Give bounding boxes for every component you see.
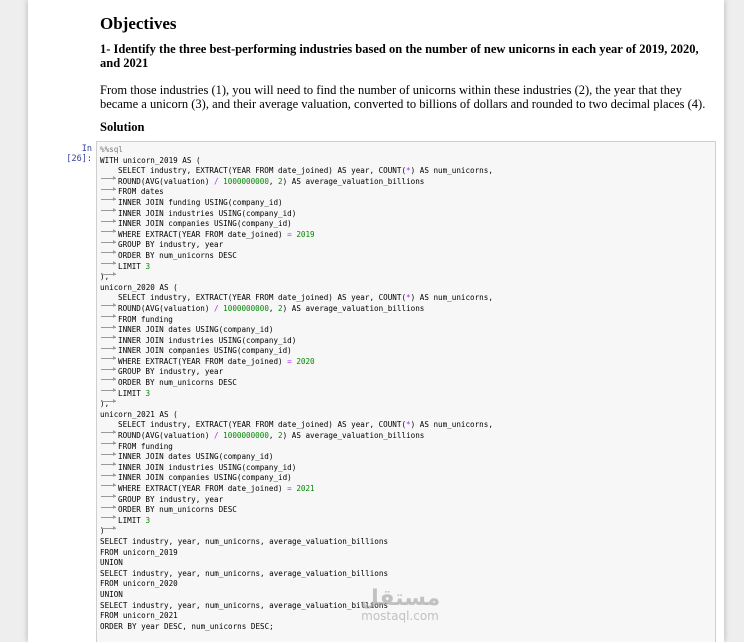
code-cell[interactable]: %%sql WITH unicorn_2019 AS (SELECT indust… [96,141,716,642]
code-line: unicorn_2021 AS ( [100,410,715,421]
code-text: INNER JOIN industries USING(company_id) [118,208,297,218]
code-line: WHERE EXTRACT(YEAR FROM date_joined) = 2… [100,356,715,371]
code-text: INNER JOIN companies USING(company_id) [118,219,292,229]
code-line: FROM funding [100,314,715,329]
objective-statement: 1- Identify the three best-performing in… [100,42,699,70]
code-line: INNER JOIN companies USING(company_id) [100,346,715,361]
code-text: ORDER BY num_unicorns DESC [118,250,237,260]
watermark-logo: مستقل mostaql.com [350,586,450,623]
code-line: FROM dates [100,187,715,202]
code-line: INNER JOIN companies USING(company_id) [100,219,715,234]
code-text: %%sql [100,145,123,154]
code-line: LIMIT 3 [100,515,715,530]
code-text: SELECT industry, year, num_unicorns, ave… [100,568,389,578]
code-text: FROM dates [118,187,164,197]
code-text: INNER JOIN industries USING(company_id) [118,462,297,472]
code-line: ORDER BY year DESC, num_unicorns DESC; [100,622,715,633]
code-text: INNER JOIN companies USING(company_id) [118,473,292,483]
code-text: GROUP BY industry, year [118,240,224,250]
code-text: LIMIT 3 [118,515,151,525]
code-text: FROM funding [118,314,173,324]
code-line: ROUND(AVG(valuation) / 1000000000, 2) AS… [100,176,715,191]
solution-heading: Solution [100,120,145,134]
watermark-arabic: مستقل [359,586,441,611]
code-line: INNER JOIN industries USING(company_id) [100,208,715,223]
notebook-page: Objectives 1- Identify the three best-pe… [28,0,724,642]
code-text: FROM funding [118,441,173,451]
code-line: SELECT industry, EXTRACT(YEAR FROM date_… [100,420,715,435]
code-line: INNER JOIN dates USING(company_id) [100,452,715,467]
code-text: WHERE EXTRACT(YEAR FROM date_joined) = 2… [118,484,315,493]
code-text: ORDER BY num_unicorns DESC [118,505,237,515]
code-text: WHERE EXTRACT(YEAR FROM date_joined) = 2… [118,229,315,239]
code-text: FROM unicorn_2019 [100,547,178,557]
code-text: GROUP BY industry, year [118,494,224,504]
code-text: UNION [100,558,123,568]
markdown-cell[interactable]: Objectives 1- Identify the three best-pe… [100,14,710,135]
cell-prompt: In [26]: [66,144,92,164]
code-line: ), [100,399,715,410]
code-text: ORDER BY num_unicorns DESC [118,378,237,388]
code-line: INNER JOIN companies USING(company_id) [100,473,715,488]
code-text: LIMIT 3 [118,388,151,398]
code-text: ROUND(AVG(valuation) / 1000000000, 2) AS… [118,303,425,313]
code-text: GROUP BY industry, year [118,367,224,377]
code-text: INNER JOIN funding USING(company_id) [118,197,283,207]
code-text: UNION [100,589,123,599]
code-text: WHERE EXTRACT(YEAR FROM date_joined) = 2… [118,356,315,366]
code-text: FROM unicorn_2020 [100,579,178,589]
code-line: WHERE EXTRACT(YEAR FROM date_joined) = 2… [100,484,715,498]
code-text: INNER JOIN dates USING(company_id) [118,452,274,462]
code-line: ) [100,526,715,537]
code-line: INNER JOIN industries USING(company_id) [100,335,715,350]
watermark-latin: mostaql.com [361,609,439,623]
code-text: unicorn_2020 AS ( [100,282,178,292]
code-text: SELECT industry, year, num_unicorns, ave… [100,536,389,546]
code-line: %%sql [100,145,715,156]
code-text: SELECT industry, EXTRACT(YEAR FROM date_… [118,420,493,430]
code-line: GROUP BY industry, year [100,494,715,509]
code-line: unicorn_2020 AS ( [100,283,715,294]
code-line: ), [100,272,715,283]
code-line: SELECT industry, EXTRACT(YEAR FROM date_… [100,293,715,308]
code-text: ROUND(AVG(valuation) / 1000000000, 2) AS… [118,431,425,441]
code-line: ORDER BY num_unicorns DESC [100,505,715,520]
code-text: INNER JOIN companies USING(company_id) [118,346,292,356]
code-line: UNION [100,558,715,569]
objectives-heading: Objectives [100,14,177,33]
code-line: GROUP BY industry, year [100,367,715,382]
code-line: FROM funding [100,441,715,456]
code-text: unicorn_2021 AS ( [100,409,178,419]
code-text: FROM unicorn_2021 [100,611,178,621]
code-text: ROUND(AVG(valuation) / 1000000000, 2) AS… [118,176,425,186]
objective-description: From those industries (1), you will need… [100,83,706,111]
code-line: SELECT industry, EXTRACT(YEAR FROM date_… [100,166,715,181]
code-line: ORDER BY num_unicorns DESC [100,250,715,265]
code-line: WHERE EXTRACT(YEAR FROM date_joined) = 2… [100,229,715,244]
code-line: LIMIT 3 [100,261,715,276]
code-line: INNER JOIN dates USING(company_id) [100,325,715,340]
code-text: INNER JOIN industries USING(company_id) [118,335,297,345]
code-text: WITH unicorn_2019 AS ( [100,155,201,165]
code-editor[interactable]: %%sql WITH unicorn_2019 AS (SELECT indust… [97,142,715,632]
code-line: WITH unicorn_2019 AS ( [100,156,715,167]
code-text: SELECT industry, year, num_unicorns, ave… [100,600,389,610]
code-line: LIMIT 3 [100,388,715,403]
code-line: INNER JOIN industries USING(company_id) [100,462,715,477]
code-line: ORDER BY num_unicorns DESC [100,378,715,393]
code-text: ORDER BY year DESC, num_unicorns DESC; [100,621,274,631]
code-line: GROUP BY industry, year [100,240,715,255]
code-line: INNER JOIN funding USING(company_id) [100,197,715,212]
code-text: INNER JOIN dates USING(company_id) [118,325,274,335]
code-line: ROUND(AVG(valuation) / 1000000000, 2) AS… [100,431,715,446]
code-line: SELECT industry, year, num_unicorns, ave… [100,537,715,548]
code-text: SELECT industry, EXTRACT(YEAR FROM date_… [118,166,493,176]
code-text: SELECT industry, EXTRACT(YEAR FROM date_… [118,293,493,303]
code-line: ROUND(AVG(valuation) / 1000000000, 2) AS… [100,303,715,318]
code-line: FROM unicorn_2019 [100,548,715,559]
code-line: SELECT industry, year, num_unicorns, ave… [100,569,715,580]
code-text: LIMIT 3 [118,261,151,271]
